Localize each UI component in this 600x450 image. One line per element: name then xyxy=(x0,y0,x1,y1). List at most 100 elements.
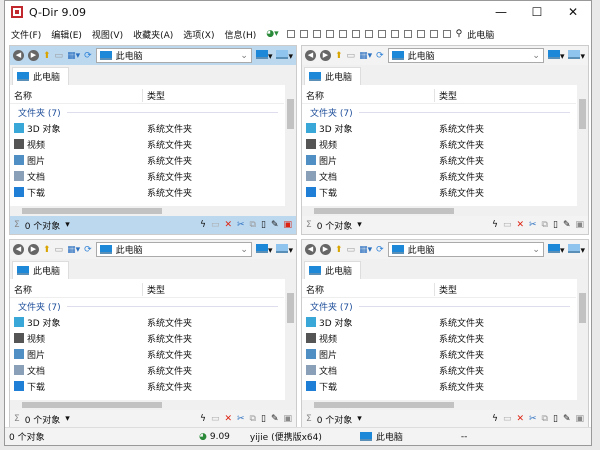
monitor-dropdown-icon[interactable]: ▾ xyxy=(255,243,272,256)
layout-icon[interactable] xyxy=(416,30,425,38)
chevron-down-icon[interactable]: ⌄ xyxy=(532,245,540,255)
delete-icon[interactable]: ✕ xyxy=(224,220,232,230)
back-icon[interactable]: ◀ xyxy=(305,50,316,61)
close-pane-icon[interactable]: ▣ xyxy=(575,220,584,230)
layout-icon[interactable] xyxy=(403,30,412,38)
column-type[interactable]: 类型 xyxy=(143,283,165,296)
list-item[interactable]: 3D 对象 系统文件夹 xyxy=(10,314,284,330)
column-type[interactable]: 类型 xyxy=(435,89,457,102)
copy-icon[interactable]: ⧉ xyxy=(250,220,256,230)
menu-edit[interactable]: 编辑(E) xyxy=(51,28,82,41)
list-item[interactable]: 图片 系统文件夹 xyxy=(10,152,284,168)
list-item[interactable]: 文档 系统文件夹 xyxy=(302,362,576,378)
menu-right-label[interactable]: 此电脑 xyxy=(467,28,494,41)
view-mode-icon[interactable]: ▦▾ xyxy=(359,245,372,255)
pane-status-text[interactable]: 0 个对象 xyxy=(25,219,61,232)
up-folder-icon[interactable]: ⬆ xyxy=(43,245,51,255)
menu-options[interactable]: 选项(X) xyxy=(183,28,214,41)
chevron-down-icon[interactable]: ⌄ xyxy=(532,51,540,61)
back-icon[interactable]: ◀ xyxy=(305,244,316,255)
list-item[interactable]: 3D 对象 系统文件夹 xyxy=(302,120,576,136)
horizontal-scrollbar[interactable] xyxy=(302,400,588,410)
list-item[interactable]: 下载 系统文件夹 xyxy=(302,378,576,394)
rename-icon[interactable]: ▭ xyxy=(503,414,512,424)
delete-icon[interactable]: ✕ xyxy=(516,414,524,424)
rename-icon[interactable]: ▭ xyxy=(211,220,220,230)
layout-icon[interactable] xyxy=(299,30,308,38)
refresh-icon[interactable]: ⟳ xyxy=(84,51,92,61)
address-bar[interactable]: 此电脑 ⌄ xyxy=(95,242,252,257)
group-header[interactable]: 文件夹 (7) xyxy=(302,104,576,120)
up-folder-icon[interactable]: ⬆ xyxy=(335,245,343,255)
cut-icon[interactable]: ✂ xyxy=(529,220,537,230)
close-pane-icon[interactable]: ▣ xyxy=(575,414,584,424)
forward-icon[interactable]: ▶ xyxy=(28,244,39,255)
cut-icon[interactable]: ✂ xyxy=(529,414,537,424)
globe-icon[interactable]: ◕▾ xyxy=(266,29,278,39)
paste-icon[interactable]: ▯ xyxy=(553,220,558,230)
layout-icon[interactable] xyxy=(364,30,373,38)
menu-favorites[interactable]: 收藏夹(A) xyxy=(133,28,173,41)
layout-icon[interactable] xyxy=(442,30,451,38)
rename-icon[interactable]: ▭ xyxy=(503,220,512,230)
back-icon[interactable]: ◀ xyxy=(13,50,24,61)
lightning-icon[interactable]: ϟ xyxy=(492,414,498,424)
lightning-icon[interactable]: ϟ xyxy=(492,220,498,230)
properties-icon[interactable]: ✎ xyxy=(563,414,571,424)
copy-icon[interactable]: ⧉ xyxy=(542,220,548,230)
menu-file[interactable]: 文件(F) xyxy=(11,28,41,41)
layout-icon[interactable] xyxy=(377,30,386,38)
dropdown-icon[interactable]: ▾ xyxy=(65,220,70,230)
menu-info[interactable]: 信息(H) xyxy=(225,28,257,41)
paste-icon[interactable]: ▯ xyxy=(261,414,266,424)
view-mode-icon[interactable]: ▦▾ xyxy=(359,51,372,61)
rename-icon[interactable]: ▭ xyxy=(211,414,220,424)
address-bar[interactable]: 此电脑 ⌄ xyxy=(95,48,252,63)
monitor-dropdown-icon[interactable]: ▾ xyxy=(568,49,585,62)
new-folder-icon[interactable]: ▭ xyxy=(347,51,356,61)
column-name[interactable]: 名称 xyxy=(302,89,435,102)
up-folder-icon[interactable]: ⬆ xyxy=(335,51,343,61)
monitor-dropdown-icon[interactable]: ▾ xyxy=(255,49,272,62)
close-button[interactable]: ✕ xyxy=(555,5,591,19)
column-type[interactable]: 类型 xyxy=(143,89,165,102)
list-item[interactable]: 3D 对象 系统文件夹 xyxy=(302,314,576,330)
list-item[interactable]: 文档 系统文件夹 xyxy=(302,168,576,184)
layout-icon[interactable] xyxy=(338,30,347,38)
pane-status-text[interactable]: 0 个对象 xyxy=(317,413,353,426)
list-item[interactable]: 图片 系统文件夹 xyxy=(302,152,576,168)
new-folder-icon[interactable]: ▭ xyxy=(347,245,356,255)
list-item[interactable]: 图片 系统文件夹 xyxy=(10,346,284,362)
pane-status-text[interactable]: 0 个对象 xyxy=(317,219,353,232)
tab-this-pc[interactable]: 此电脑 xyxy=(304,67,362,85)
copy-icon[interactable]: ⧉ xyxy=(542,414,548,424)
list-item[interactable]: 视频 系统文件夹 xyxy=(10,330,284,346)
monitor-dropdown-icon[interactable]: ▾ xyxy=(568,243,585,256)
monitor-dropdown-icon[interactable]: ▾ xyxy=(276,49,293,62)
cut-icon[interactable]: ✂ xyxy=(237,414,245,424)
address-bar[interactable]: 此电脑 ⌄ xyxy=(387,48,544,63)
horizontal-scrollbar[interactable] xyxy=(10,206,296,216)
properties-icon[interactable]: ✎ xyxy=(271,220,279,230)
paste-icon[interactable]: ▯ xyxy=(261,220,266,230)
forward-icon[interactable]: ▶ xyxy=(28,50,39,61)
list-item[interactable]: 下载 系统文件夹 xyxy=(10,184,284,200)
lightning-icon[interactable]: ϟ xyxy=(200,414,206,424)
close-pane-icon[interactable]: ▣ xyxy=(283,414,292,424)
group-header[interactable]: 文件夹 (7) xyxy=(10,298,284,314)
list-item[interactable]: 图片 系统文件夹 xyxy=(302,346,576,362)
minimize-button[interactable]: — xyxy=(483,5,519,19)
list-item[interactable]: 文档 系统文件夹 xyxy=(10,362,284,378)
chevron-down-icon[interactable]: ⌄ xyxy=(240,245,248,255)
column-name[interactable]: 名称 xyxy=(10,283,143,296)
back-icon[interactable]: ◀ xyxy=(13,244,24,255)
tab-this-pc[interactable]: 此电脑 xyxy=(304,261,362,279)
list-item[interactable]: 视频 系统文件夹 xyxy=(302,330,576,346)
chevron-down-icon[interactable]: ⌄ xyxy=(240,51,248,61)
copy-icon[interactable]: ⧉ xyxy=(250,414,256,424)
monitor-dropdown-icon[interactable]: ▾ xyxy=(276,243,293,256)
delete-icon[interactable]: ✕ xyxy=(516,220,524,230)
layout-icon[interactable] xyxy=(286,30,295,38)
vertical-scrollbar[interactable] xyxy=(577,279,588,400)
properties-icon[interactable]: ✎ xyxy=(271,414,279,424)
